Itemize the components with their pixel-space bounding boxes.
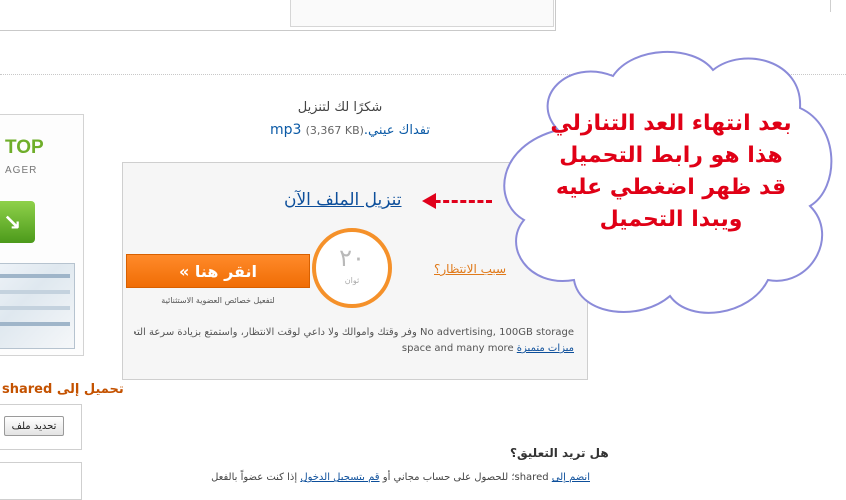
thanks-message: شكرًا لك لتنزيل (297, 100, 383, 115)
comment-heading: هل تريد التعليق؟ (510, 446, 609, 460)
annotation-callout-text: بعد انتهاء العد التنازلي هذا هو رابط الت… (550, 111, 792, 232)
file-extension: mp3 (270, 122, 302, 138)
download-now-link[interactable]: تنزيل الملف الآن (284, 190, 402, 210)
top-right-divider (830, 0, 831, 12)
ad-screenshot-image (0, 263, 75, 349)
top-banner-frame (290, 0, 554, 27)
upload-to-shared-label: تحميل إلى shared (2, 382, 124, 397)
file-name: تفداك عيني. (363, 123, 430, 138)
premium-benefits-line2: ميزات متميزة space and many more (134, 343, 574, 354)
comment-middle-text: ؛ للحصول على حساب مجاني أو (382, 472, 515, 483)
comment-prompt: انضم إلى shared؛ للحصول على حساب مجاني أ… (211, 472, 590, 483)
file-size: (3,367 KB) (305, 124, 364, 137)
join-link[interactable]: انضم إلى (552, 472, 590, 483)
countdown-unit: ثوان (344, 276, 360, 285)
annotation-arrow-icon (422, 193, 436, 209)
premium-features-link[interactable]: ميزات متميزة (517, 343, 574, 354)
premium-benefits-tail: space and many more (401, 343, 514, 354)
comment-end-text: إذا كنت عضواً بالفعل (211, 472, 298, 483)
premium-click-button[interactable]: انقر هنا » (126, 254, 310, 288)
upload-panel-lower (0, 462, 82, 500)
left-advertisement[interactable]: TOP AGER ↘ (0, 114, 84, 356)
ad-arrow-icon: ↘ (3, 211, 22, 236)
file-info: تفداك عيني. mp3 (3,367 KB) (230, 122, 470, 138)
ad-subtitle: AGER (5, 165, 38, 176)
login-link[interactable]: قم بتسجيل الدخول (300, 472, 379, 483)
join-site-name: shared (514, 472, 549, 483)
countdown-value: ٢٠ (339, 244, 365, 272)
choose-file-button[interactable]: تحديد ملف (4, 416, 64, 436)
premium-benefits-line1: No advertising, 100GB storage وفر وقتك و… (134, 327, 574, 338)
premium-note: لتفعيل خصائص العضوية الاستثنائية (161, 296, 275, 305)
ad-title: TOP (5, 137, 44, 158)
